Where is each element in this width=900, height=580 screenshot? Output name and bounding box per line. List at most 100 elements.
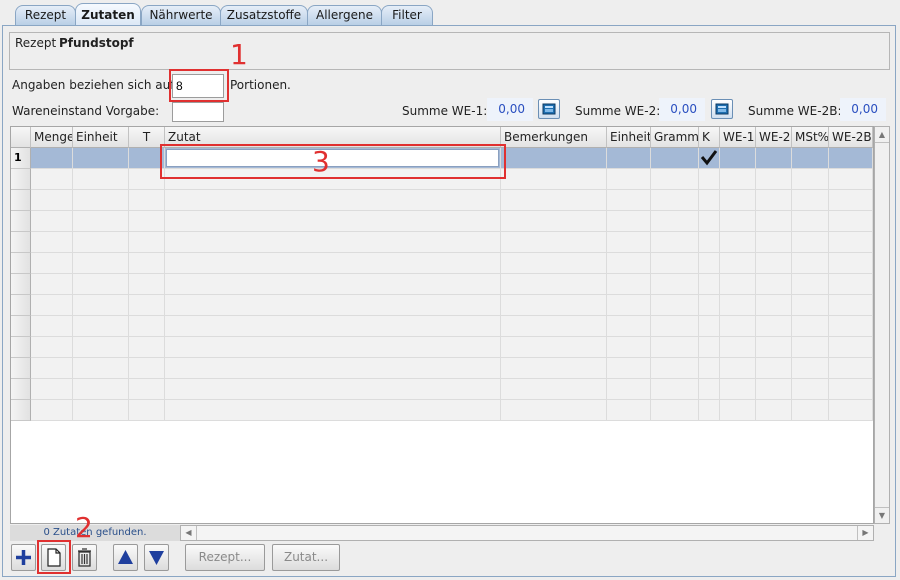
table-cell[interactable] [165,253,501,274]
table-cell[interactable] [31,253,73,274]
table-cell[interactable] [607,274,651,295]
cell-gramm[interactable] [651,148,699,169]
col-we1[interactable]: WE-1 [720,127,756,148]
table-cell[interactable] [651,274,699,295]
table-cell[interactable] [501,190,607,211]
table-cell[interactable] [165,337,501,358]
table-cell[interactable] [829,211,873,232]
table-cell[interactable] [699,169,720,190]
col-we2b[interactable]: WE-2B [829,127,873,148]
table-row[interactable] [11,190,873,211]
table-cell[interactable] [501,211,607,232]
table-cell[interactable] [756,232,792,253]
table-cell[interactable] [699,190,720,211]
table-cell[interactable] [699,379,720,400]
tab-zusatzstoffe[interactable]: Zusatzstoffe [220,5,308,25]
table-cell[interactable] [129,337,165,358]
table-cell[interactable] [720,232,756,253]
tab-allergene[interactable]: Allergene [307,5,382,25]
row-header[interactable] [11,316,31,337]
row-header[interactable] [11,169,31,190]
table-cell[interactable] [829,316,873,337]
table-cell[interactable] [73,358,129,379]
table-cell[interactable] [756,337,792,358]
scroll-right-icon[interactable]: ▶ [857,526,873,540]
row-header[interactable] [11,358,31,379]
table-cell[interactable] [607,358,651,379]
table-cell[interactable] [165,274,501,295]
table-cell[interactable] [651,232,699,253]
cell-bemerkungen[interactable] [501,148,607,169]
table-cell[interactable] [31,337,73,358]
table-cell[interactable] [792,400,829,421]
table-cell[interactable] [501,169,607,190]
table-cell[interactable] [699,358,720,379]
table-cell[interactable] [501,232,607,253]
table-cell[interactable] [651,400,699,421]
calculator-icon[interactable] [711,99,733,119]
table-row[interactable] [11,211,873,232]
table-cell[interactable] [129,400,165,421]
table-cell[interactable] [73,400,129,421]
vertical-scrollbar[interactable]: ▲ ▼ [874,126,890,524]
col-bemerkungen[interactable]: Bemerkungen [501,127,607,148]
table-cell[interactable] [829,169,873,190]
table-cell[interactable] [651,253,699,274]
add-button[interactable] [11,544,36,571]
table-cell[interactable] [73,232,129,253]
table-cell[interactable] [73,169,129,190]
table-cell[interactable] [756,358,792,379]
table-cell[interactable] [720,190,756,211]
table-cell[interactable] [699,211,720,232]
table-cell[interactable] [31,274,73,295]
move-up-button[interactable] [113,544,138,571]
col-einheit-2[interactable]: Einheit [607,127,651,148]
table-cell[interactable] [607,295,651,316]
table-row[interactable] [11,337,873,358]
table-cell[interactable] [829,337,873,358]
table-cell[interactable] [829,274,873,295]
table-cell[interactable] [756,316,792,337]
table-cell[interactable] [756,169,792,190]
cell-einheit[interactable] [73,148,129,169]
table-cell[interactable] [792,358,829,379]
table-cell[interactable] [607,190,651,211]
table-cell[interactable] [829,400,873,421]
table-row[interactable] [11,253,873,274]
recipe-button[interactable]: Rezept... [185,544,265,571]
table-cell[interactable] [699,295,720,316]
ingredient-button[interactable]: Zutat... [272,544,340,571]
table-cell[interactable] [73,211,129,232]
table-cell[interactable] [73,379,129,400]
table-cell[interactable] [699,253,720,274]
table-cell[interactable] [165,379,501,400]
table-cell[interactable] [792,169,829,190]
table-cell[interactable] [651,337,699,358]
table-cell[interactable] [792,190,829,211]
table-cell[interactable] [607,337,651,358]
table-row[interactable] [11,358,873,379]
col-gramm[interactable]: Gramm [651,127,699,148]
table-cell[interactable] [720,295,756,316]
table-cell[interactable] [829,379,873,400]
table-cell[interactable] [720,253,756,274]
table-cell[interactable] [129,316,165,337]
table-cell[interactable] [699,400,720,421]
table-cell[interactable] [756,190,792,211]
table-cell[interactable] [73,190,129,211]
table-cell[interactable] [792,232,829,253]
table-cell[interactable] [829,190,873,211]
table-cell[interactable] [129,253,165,274]
table-cell[interactable] [651,316,699,337]
col-einheit[interactable]: Einheit [73,127,129,148]
table-row[interactable] [11,295,873,316]
table-row[interactable] [11,400,873,421]
col-menge[interactable]: Menge [31,127,73,148]
table-cell[interactable] [829,295,873,316]
cell-we2[interactable] [756,148,792,169]
row-header[interactable] [11,274,31,295]
tab-rezept[interactable]: Rezept [15,5,76,25]
row-header[interactable] [11,253,31,274]
table-cell[interactable] [31,295,73,316]
table-cell[interactable] [129,295,165,316]
